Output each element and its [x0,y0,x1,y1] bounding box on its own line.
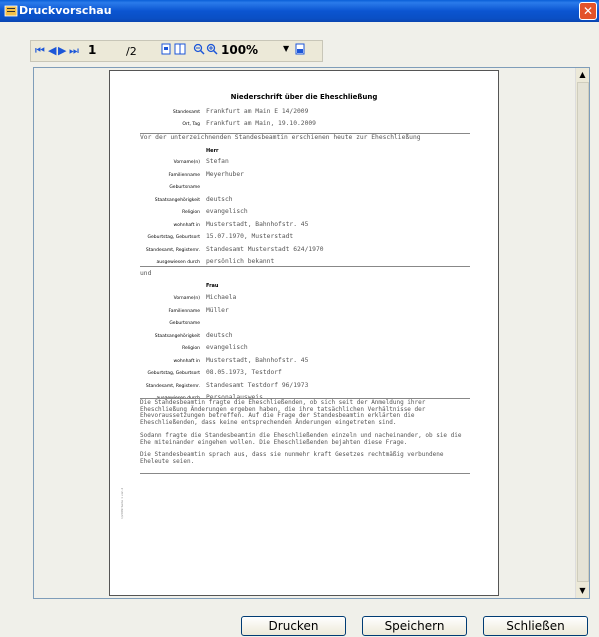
single-page-icon[interactable] [159,43,173,57]
paragraph-3: Die Standesbeamtin sprach aus, dass sie … [140,451,448,465]
field-value: Michaela [206,294,237,301]
title-bar: Druckvorschau ✕ [0,0,599,22]
field-label: Vorname(n) [173,296,200,301]
page-number-field[interactable]: 1 [88,43,148,59]
next-page-icon[interactable]: ▶ [58,44,66,58]
field-label: Religion [182,210,200,215]
field-value: evangelisch [206,344,248,351]
document-page: Niederschrift über die Eheschließung Sta… [109,70,499,596]
ort-value: Frankfurt am Main, 19.10.2009 [206,120,316,127]
app-icon [4,4,18,18]
field-label: wohnhaft in [173,222,200,228]
ort-label: Ort, Tag [182,122,200,127]
field-label: Standesamt, Registernr. [145,247,200,253]
divider [140,266,470,267]
standesamt-value: Frankfurt am Main E 14/2009 [206,108,309,115]
field-value: Standesamt Testdorf 96/1973 [206,381,309,389]
field-label: ausgewiesen durch [156,260,200,265]
field-value: evangelisch [206,208,248,215]
print-button[interactable]: Drucken [241,616,346,636]
field-value: Musterstadt, Bahnhofstr. 45 [206,356,309,364]
field-value: deutsch [206,195,233,203]
scroll-down-icon[interactable]: ▼ [576,584,589,597]
field-value: 08.05.1973, Testdorf [206,369,282,376]
paragraph-2: Sodann fragte die Standesbeamtin die Ehe… [140,432,466,446]
close-window-button[interactable]: ✕ [579,2,597,20]
preview-area[interactable]: Niederschrift über die Eheschließung Sta… [33,67,590,599]
prev-page-icon[interactable]: ◀ [48,44,56,58]
standesamt-label: Standesamt [172,110,200,115]
scroll-up-icon[interactable]: ▲ [576,68,589,81]
field-value: Müller [206,306,229,314]
frau-heading: Frau [206,283,219,289]
document-title: Niederschrift über die Eheschließung [230,93,378,101]
paragraph-1: Die Standesbeamtin fragte die Eheschließ… [140,399,429,426]
field-value: Stefan [206,158,229,165]
last-page-icon[interactable]: ⏭ [69,44,79,58]
field-label: wohnhaft in [173,358,200,364]
scroll-thumb[interactable] [577,82,589,582]
field-value: Musterstadt, Bahnhofstr. 45 [206,220,309,228]
field-label: Religion [182,346,200,351]
preview-toolbar: ⏮ ◀ ▶ ⏭ 1 /2 100% ▼ [30,40,323,62]
export-icon[interactable] [293,43,307,57]
field-label: Standesamt, Registernr. [145,383,200,389]
field-value: Standesamt Musterstadt 624/1970 [206,245,324,253]
field-label: Geburtstag, Geburtsort [147,371,200,376]
field-label: Familienname [168,172,200,178]
two-pages-icon[interactable] [173,43,187,57]
field-label: Staatsangehörigkeit [154,197,200,203]
field-label: Familienname [168,308,200,314]
zoom-out-icon[interactable] [192,43,206,57]
divider [140,473,470,474]
first-page-icon[interactable]: ⏮ [35,44,45,58]
page-sidenote: 1/2009 Seite 1 von 2 [120,487,124,519]
vertical-scrollbar[interactable]: ▲ ▼ [575,68,589,598]
field-value: 15.07.1970, Musterstadt [206,233,294,240]
print-preview-window: Druckvorschau ✕ ⏮ ◀ ▶ ⏭ 1 /2 100% ▼ Nied… [0,0,599,637]
field-label: Staatsangehörigkeit [154,333,200,339]
zoom-dropdown-icon[interactable]: ▼ [283,44,293,56]
field-value: persönlich bekannt [206,258,275,265]
field-value: deutsch [206,331,233,339]
intro-text: Vor der unterzeichnenden Standesbeamtin … [140,134,421,141]
field-label: Vorname(n) [173,160,200,165]
page-total: /2 [126,45,137,58]
window-title: Druckvorschau [19,4,112,17]
und-text: und [140,270,152,277]
field-label: Geburtsname [169,321,200,326]
field-label: Geburtstag, Geburtsort [147,235,200,240]
field-value: Meyerhuber [206,170,244,178]
zoom-in-icon[interactable] [205,43,219,57]
save-button[interactable]: Speichern [362,616,467,636]
field-label: Geburtsname [169,185,200,190]
herr-heading: Herr [206,148,219,154]
zoom-field[interactable]: 100% [221,43,279,59]
close-button[interactable]: Schließen [483,616,588,636]
